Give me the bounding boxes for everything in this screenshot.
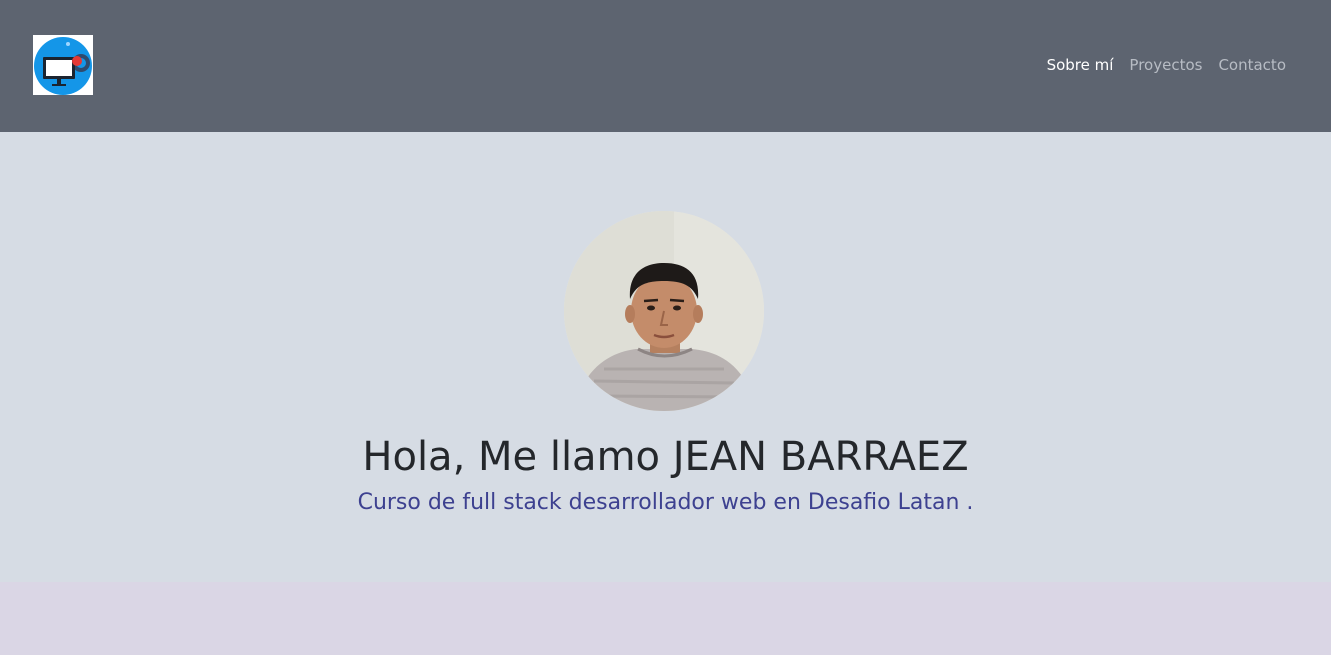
hero-subtitle: Curso de full stack desarrollador web en… — [357, 490, 974, 515]
navbar: Sobre mí Proyectos Contacto — [0, 0, 1331, 132]
profile-photo — [564, 211, 764, 411]
computer-gear-logo-icon — [33, 35, 93, 95]
hero-section: Hola, Me llamo JEAN BARRAEZ Curso de ful… — [0, 132, 1331, 582]
brand-logo[interactable] — [33, 35, 93, 95]
hero-title: Hola, Me llamo JEAN BARRAEZ — [362, 434, 969, 480]
nav-menu: Sobre mí Proyectos Contacto — [1047, 55, 1286, 75]
avatar — [564, 211, 764, 411]
next-section — [0, 582, 1331, 655]
nav-link-proyectos[interactable]: Proyectos — [1129, 55, 1202, 75]
nav-link-sobre-mi[interactable]: Sobre mí — [1047, 55, 1114, 75]
nav-link-contacto[interactable]: Contacto — [1218, 55, 1286, 75]
